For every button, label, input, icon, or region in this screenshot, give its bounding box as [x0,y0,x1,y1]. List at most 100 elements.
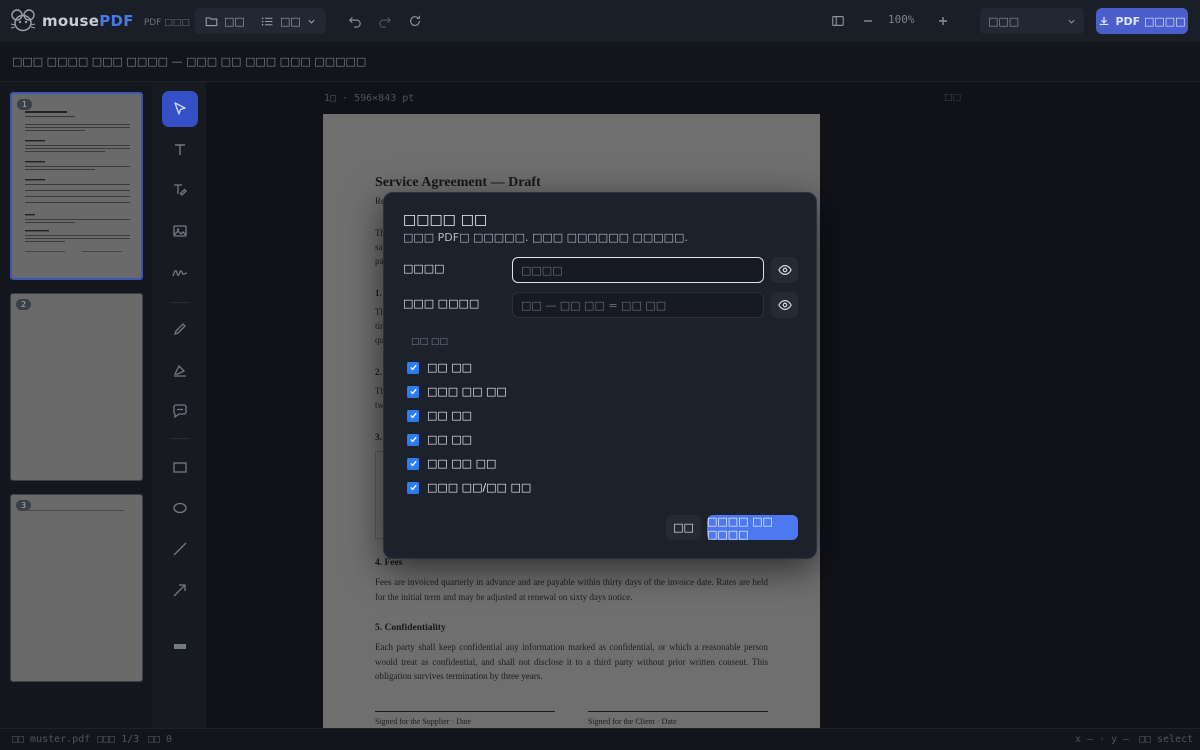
owner-password-label: □□□ □□□□ [403,297,480,310]
zoom-out-button[interactable] [856,9,880,33]
checkbox-checked-icon[interactable] [407,481,419,494]
export-label: PDF □□□□ [1115,14,1186,28]
page-preview [24,510,124,511]
permission-checkbox[interactable]: □□ □□ [407,409,472,422]
ellipse-icon [173,502,187,514]
tool-rail [152,82,206,728]
permission-label: □□ □□ [427,361,473,374]
signature-tool[interactable] [162,254,198,290]
comment-tool[interactable] [162,393,198,429]
comment-icon [173,404,187,419]
status-bar: □□ muster.pdf □□□ 1/3 □□ 0 x — · y — □□ … [0,728,1200,750]
line-tool[interactable] [162,531,198,567]
download-icon [1100,16,1109,26]
canvas-corner-label: □□ [944,93,962,103]
encrypt-confirm-button[interactable]: □□□□ □□ □□□□ [707,515,798,541]
permission-checkbox[interactable]: □□□ □□/□□ □□ [407,481,531,494]
mouse-icon [10,9,36,32]
permission-label: □□ □□ □□ [427,457,497,470]
info-bar: □□□ □□□□ □□□ □□□□ — □□□ □□ □□□ □□□ □□□□□ [0,42,1200,82]
pen-tool[interactable] [162,311,198,347]
sidebar-toggle-button[interactable] [826,9,850,33]
highlighter-icon [173,364,186,377]
redact-icon [174,644,186,649]
status-file: □□ muster.pdf [12,734,91,745]
brand-prefix: mouse [42,12,100,30]
chevron-down-icon [308,19,315,24]
top-toolbar: mousePDF PDF □□□ □□ □□ 100% □□□ PDF □□□□ [0,0,1200,42]
rectangle-tool[interactable] [162,449,198,485]
permission-checkbox[interactable]: □□□ □□ □□ [407,385,507,398]
list-icon [261,16,273,26]
permission-checkbox[interactable]: □□ □□ [407,433,472,446]
edit-text-tool[interactable] [162,172,198,208]
rectangle-icon [173,462,187,473]
redo-button[interactable] [373,9,397,33]
text-tool[interactable] [162,132,198,168]
sidebar-icon [832,16,844,26]
info-text: □□□ □□□□ □□□ □□□□ — □□□ □□ □□□ □□□ □□□□□ [12,55,367,68]
signature-label: Signed for the Client · Date [588,717,677,726]
permissions-heading: □□ □□ [411,337,448,347]
pages-label: □□ [280,14,301,28]
signature-line [375,711,555,712]
brand-tag: PDF □□□ [143,17,190,28]
view-mode-value: □□□ [988,14,1020,28]
arrow-tool[interactable] [162,572,198,608]
page-thumbnail[interactable]: 3 [10,494,143,682]
tool-divider [170,438,190,439]
encrypt-dialog: □□□□ □□ □□□ PDF□ □□□□□. □□□ □□□□□□ □□□□□… [383,192,817,559]
permission-checkbox[interactable]: □□ □□ [407,361,472,374]
show-password-button[interactable] [771,257,798,283]
page-preview [25,111,130,252]
signature-icon [172,269,188,277]
view-mode-select[interactable]: □□□ [980,8,1084,34]
permission-checkbox[interactable]: □□ □□ □□ [407,457,496,470]
checkbox-checked-icon[interactable] [407,457,419,470]
text-edit-icon [174,184,187,196]
refresh-button[interactable] [403,9,427,33]
open-label: □□ [224,14,245,28]
section-heading: 5. Confidentiality [375,623,446,633]
page-size-label: 1□ · 596×843 pt [324,93,415,104]
select-tool[interactable] [162,91,198,127]
status-mode: □□ select [1139,734,1194,745]
redo-icon [379,17,392,28]
eye-icon [777,265,792,275]
permission-label: □□□ □□ □□ [427,385,507,398]
permission-label: □□ □□ [427,433,473,446]
zoom-level: 100% [888,13,915,26]
open-button[interactable]: □□ [195,8,255,34]
section-heading: 4. Fees [375,558,403,568]
checkbox-checked-icon[interactable] [407,409,419,422]
folder-icon [205,16,218,26]
redact-tool[interactable] [162,628,198,664]
status-count: □□ 0 [148,734,173,745]
owner-password-field[interactable] [512,292,764,318]
export-pdf-button[interactable]: PDF □□□□ [1096,8,1188,34]
password-field[interactable] [512,257,764,283]
signature-label: Signed for the Supplier · Date [375,717,472,726]
highlighter-tool[interactable] [162,352,198,388]
chevron-down-icon [1068,19,1075,24]
undo-button[interactable] [343,9,367,33]
page-thumbnail[interactable]: 1 [10,92,143,280]
checkbox-checked-icon[interactable] [407,361,419,374]
page-text: sa [375,242,383,252]
brand-suffix: PDF [99,12,134,30]
signature-line [588,711,768,712]
page-text: 2. [375,367,382,377]
checkbox-checked-icon[interactable] [407,433,419,446]
plus-icon [939,17,947,25]
image-icon [173,225,187,237]
cancel-button[interactable]: □□ [666,515,701,540]
dialog-title: □□□□ □□ [403,212,488,228]
zoom-in-button[interactable] [931,9,955,33]
page-thumbnail[interactable]: 2 [10,293,143,481]
ellipse-tool[interactable] [162,490,198,526]
password-label: □□□□ [403,262,445,275]
show-owner-password-button[interactable] [771,292,798,318]
pages-menu-button[interactable]: □□ [251,8,326,34]
image-tool[interactable] [162,213,198,249]
checkbox-checked-icon[interactable] [407,385,419,398]
